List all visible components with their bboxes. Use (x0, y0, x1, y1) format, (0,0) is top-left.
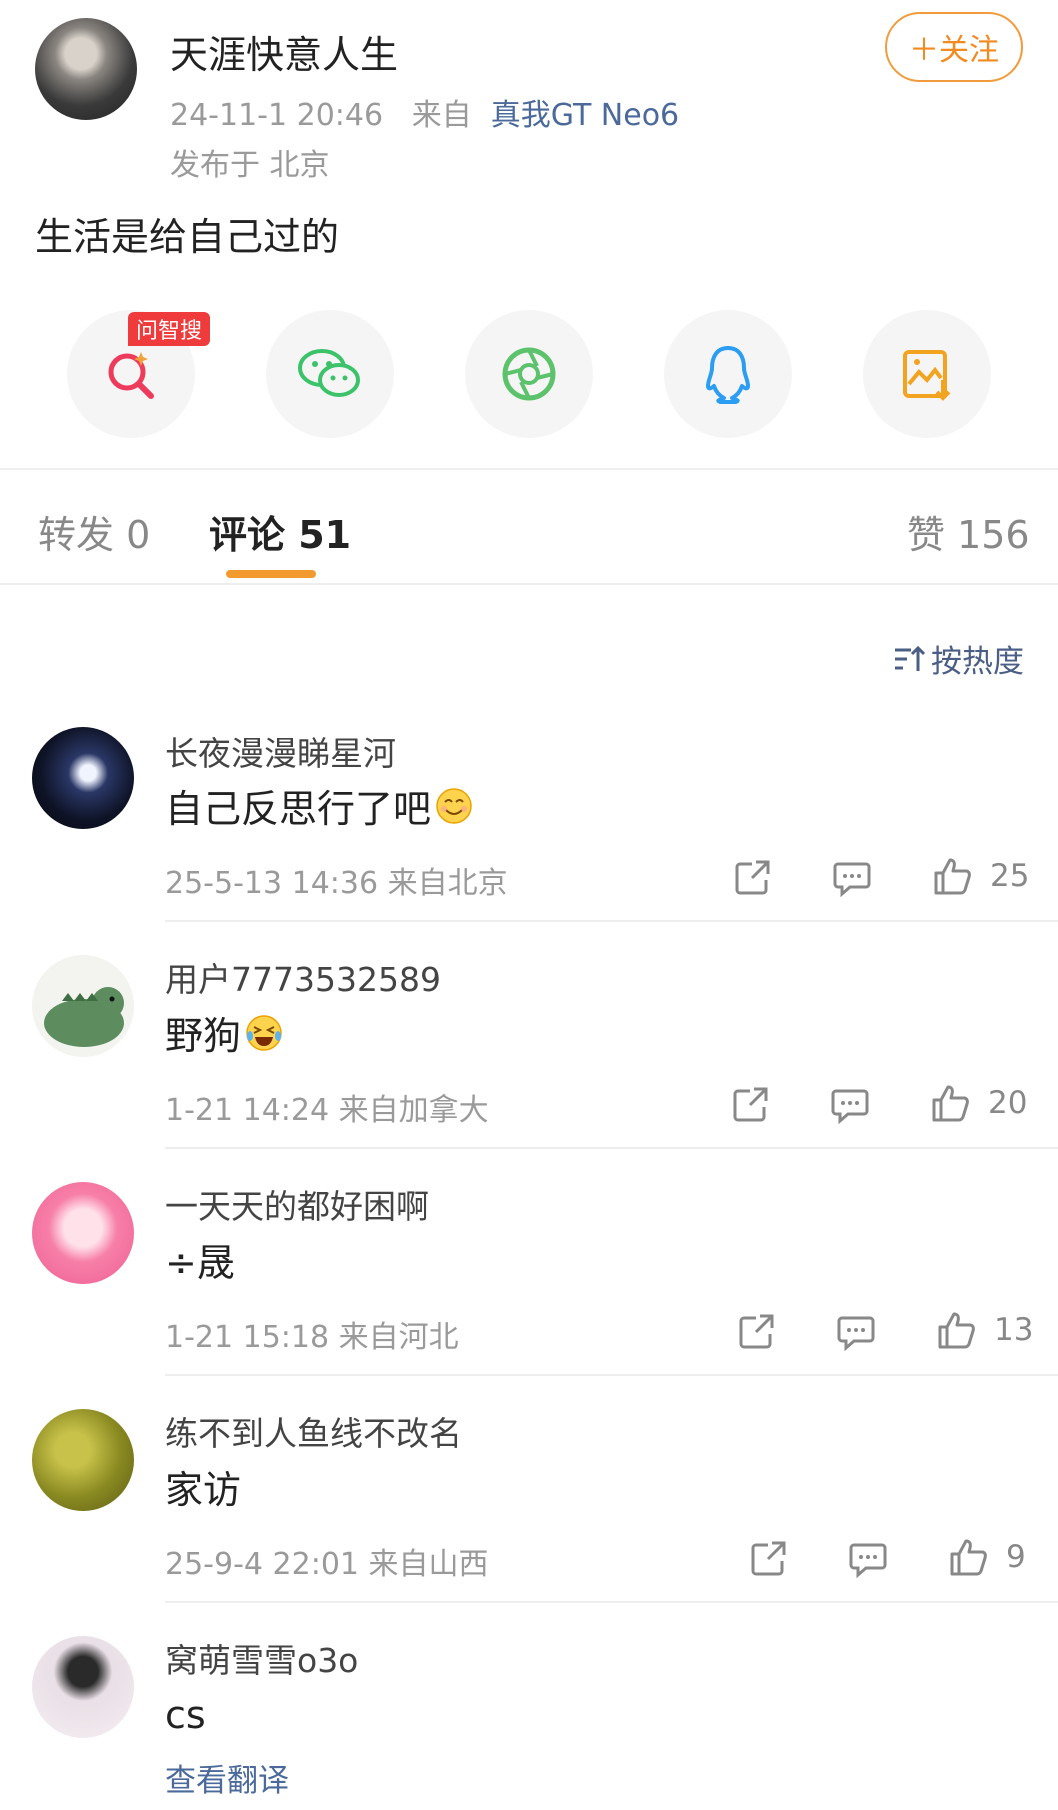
smart-search-badge: 问智搜 (128, 312, 211, 346)
tab-comments[interactable]: 评论 51 (209, 504, 351, 559)
comment-author[interactable]: 练不到人鱼线不改名 (165, 1407, 462, 1455)
comment-divider (165, 1147, 1058, 1149)
comment-avatar[interactable] (32, 1636, 134, 1738)
comment-text: cs (165, 1693, 206, 1737)
like-count: 13 (994, 1312, 1034, 1348)
comment-meta: 25-5-13 14:36 来自北京 (165, 866, 508, 901)
like-icon[interactable] (930, 1083, 970, 1123)
post-from: 来自 (411, 98, 472, 133)
comment-divider (165, 1601, 1058, 1603)
search-icon (108, 352, 154, 399)
save-image-button[interactable] (863, 310, 991, 438)
comment-meta: 1-21 14:24 来自加拿大 (165, 1093, 489, 1128)
comment-avatar[interactable] (32, 955, 134, 1057)
share-moments-button[interactable] (465, 310, 593, 438)
comment-text-content: 野狗 (165, 1014, 242, 1058)
wechat-icon (298, 349, 360, 397)
post-meta: 24-11-1 20:46 来自 真我GT Neo6 (170, 90, 679, 134)
save-image-icon (903, 350, 951, 401)
moments-icon (502, 347, 556, 401)
comment-avatar[interactable] (32, 1409, 134, 1511)
post-location: 发布于 北京 (170, 148, 330, 183)
qq-icon (706, 346, 750, 404)
share-icon[interactable] (730, 1085, 770, 1125)
like-count: 9 (1006, 1539, 1026, 1575)
tab-repost[interactable]: 转发 0 (38, 504, 150, 559)
tab-likes[interactable]: 赞 156 (907, 504, 1030, 559)
like-icon[interactable] (948, 1537, 988, 1577)
comment-divider (165, 1374, 1058, 1376)
comment-avatar[interactable] (32, 1182, 134, 1284)
post-text: 生活是给自己过的 (35, 215, 340, 259)
post-time: 24-11-1 20:46 (170, 98, 384, 133)
post-device[interactable]: 真我GT Neo6 (491, 98, 679, 133)
translate-link[interactable]: 查看翻译 (165, 1755, 289, 1800)
comment-icon[interactable] (848, 1539, 888, 1579)
comment-text: 自己反思行了吧 (165, 778, 473, 833)
like-count: 25 (990, 858, 1030, 894)
comment-text-content: 自己反思行了吧 (165, 787, 432, 831)
share-qq-button[interactable] (664, 310, 792, 438)
section-divider (0, 468, 1058, 470)
tab-active-indicator (226, 570, 316, 578)
comment-icon[interactable] (836, 1312, 876, 1352)
author-name[interactable]: 天涯快意人生 (170, 24, 398, 79)
comment-icon[interactable] (830, 1085, 870, 1125)
share-icon[interactable] (748, 1539, 788, 1579)
sort-toggle[interactable]: 按热度 (893, 636, 1024, 681)
sort-label: 按热度 (931, 644, 1024, 680)
comment-author[interactable]: 窝萌雪雪o3o (165, 1634, 358, 1682)
comment-author[interactable]: 用户7773532589 (165, 953, 441, 1001)
comment-author[interactable]: 长夜漫漫睇星河 (165, 727, 396, 775)
comment-text: 家访 (165, 1468, 242, 1512)
smile-emoji-icon (436, 787, 472, 824)
comment-divider (165, 920, 1058, 922)
like-icon[interactable] (932, 856, 972, 896)
follow-button[interactable]: ＋关注 (885, 12, 1023, 82)
comment-icon[interactable] (832, 858, 872, 898)
comment-author[interactable]: 一天天的都好困啊 (165, 1180, 429, 1228)
author-avatar[interactable] (35, 18, 137, 120)
comment-text: ÷晟 (165, 1241, 235, 1285)
like-icon[interactable] (936, 1310, 976, 1350)
like-count: 20 (988, 1085, 1028, 1121)
share-wechat-button[interactable] (266, 310, 394, 438)
laugh-cry-emoji-icon (246, 1014, 282, 1051)
comment-meta: 25-9-4 22:01 来自山西 (165, 1547, 489, 1582)
comment-text: 野狗 (165, 1005, 283, 1060)
tabs-divider (0, 583, 1058, 585)
dinosaur-icon (44, 987, 124, 1047)
share-icon[interactable] (732, 858, 772, 898)
sort-icon (895, 645, 925, 671)
comment-meta: 1-21 15:18 来自河北 (165, 1320, 459, 1355)
comment-avatar[interactable] (32, 727, 134, 829)
share-icon[interactable] (736, 1312, 776, 1352)
